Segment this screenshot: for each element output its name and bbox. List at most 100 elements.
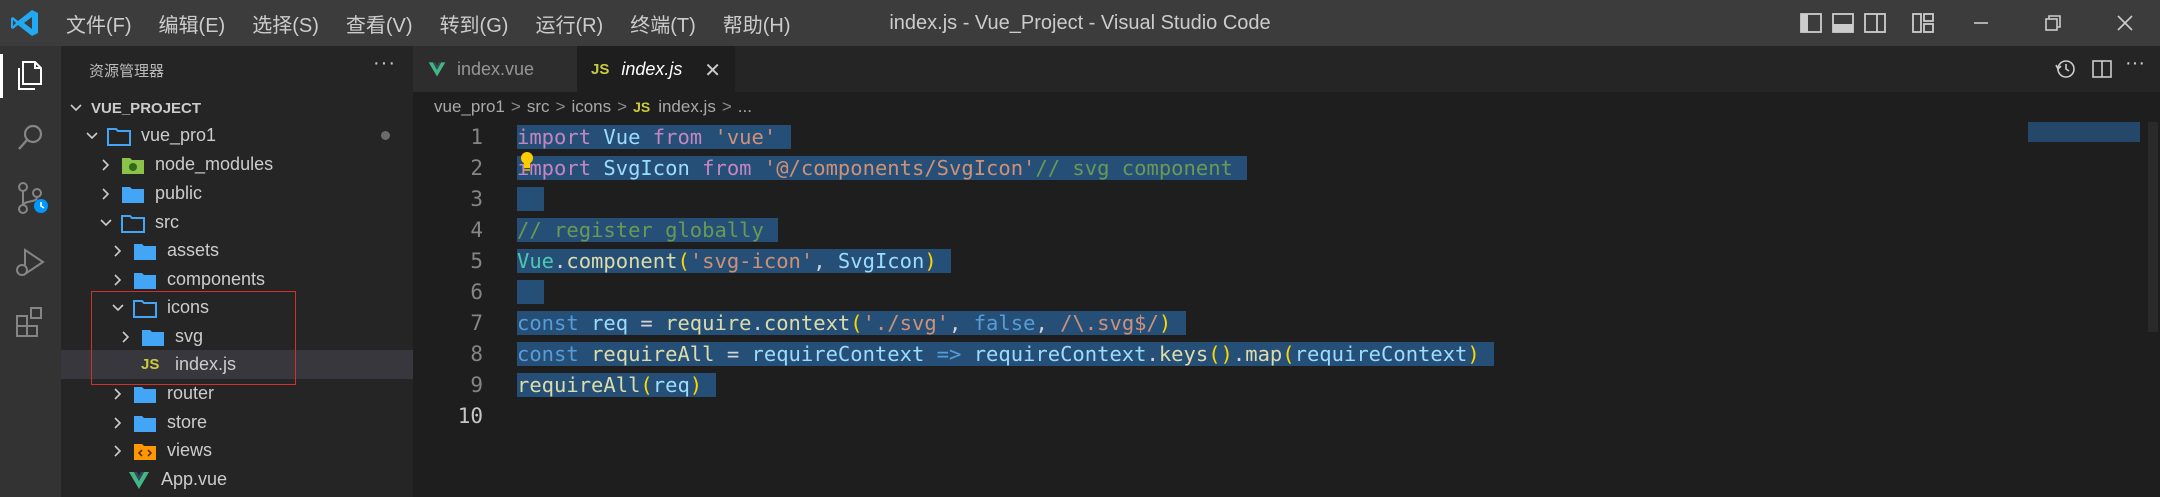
code-line (517, 277, 544, 308)
breadcrumb: vue_pro1 > src > icons > JS index.js > .… (434, 92, 752, 122)
code-line: Vue.component('svg-icon', SvgIcon) (517, 246, 952, 277)
tree-item-app-vue[interactable]: App.vue (61, 465, 413, 494)
code-line: const requireAll = requireContext => req… (517, 339, 1495, 370)
line-number: 4 (470, 218, 483, 242)
tree-item-label: public (155, 183, 203, 203)
breadcrumb-item[interactable]: vue_pro1 (434, 97, 505, 117)
tree-item-node-modules[interactable]: node_modules (61, 150, 413, 179)
chevron-right-icon (114, 416, 122, 429)
menu-go[interactable]: 转到(G) (440, 9, 509, 38)
tree-item-label: App.vue (161, 469, 228, 489)
vue-icon (428, 62, 446, 77)
menu-help[interactable]: 帮助(H) (723, 9, 791, 38)
line-number: 2 (470, 156, 483, 180)
more-actions-button[interactable]: ··· (373, 52, 396, 75)
tree-item-public[interactable]: public (61, 179, 413, 208)
menu-view[interactable]: 查看(V) (346, 9, 413, 38)
timeline-icon[interactable] (2053, 57, 2077, 81)
breadcrumb-item[interactable]: src (527, 97, 550, 117)
breadcrumb-separator: > (555, 97, 566, 116)
menu-file[interactable]: 文件(F) (66, 9, 132, 38)
breadcrumb-item[interactable]: index.js (658, 97, 716, 117)
chevron-down-icon (86, 131, 98, 139)
minimize-icon[interactable] (1966, 8, 1996, 38)
vue-file-icon (129, 471, 149, 489)
project-header[interactable]: VUE_PROJECT (69, 96, 201, 120)
extensions-icon[interactable] (11, 302, 51, 342)
title-bar: 文件(F) 编辑(E) 选择(S) 查看(V) 转到(G) 运行(R) 终端(T… (0, 0, 2160, 46)
tree-item-label: assets (167, 240, 220, 260)
toggle-primary-sidebar-icon[interactable] (1798, 10, 1824, 36)
split-editor-icon[interactable] (2090, 57, 2114, 81)
folder-icon (122, 186, 144, 203)
line-number: 3 (470, 187, 483, 211)
tab-index-vue[interactable]: index.vue (413, 46, 577, 92)
code-line: requireAll(req) (517, 370, 717, 401)
menu-run[interactable]: 运行(R) (535, 9, 603, 38)
folder-icon (134, 415, 156, 432)
folder-open-icon (107, 127, 131, 146)
chevron-right-icon (102, 158, 110, 171)
tree-item-label: src (155, 212, 179, 232)
active-indicator (0, 54, 3, 98)
tree-item-vue-pro1[interactable]: vue_pro1 (61, 121, 413, 150)
chevron-right-icon (114, 244, 122, 257)
restore-icon[interactable] (2038, 8, 2068, 38)
customize-layout-icon[interactable] (1910, 10, 1936, 36)
close-window-icon[interactable] (2110, 8, 2140, 38)
vscode-logo-icon (11, 10, 38, 36)
minimap[interactable] (2028, 122, 2140, 142)
toggle-secondary-sidebar-icon[interactable] (1862, 10, 1888, 36)
line-number: 8 (470, 342, 483, 366)
line-number: 5 (470, 249, 483, 273)
js-file-icon: JS (633, 99, 651, 115)
tree-item-label: components (167, 269, 266, 289)
tree-item-assets[interactable]: assets (61, 236, 413, 265)
code-editor[interactable]: 1 2 3 4 5 6 7 8 9 10 import Vue from 'vu… (413, 122, 2160, 497)
explorer-icon[interactable] (11, 56, 51, 96)
tree-item-label: node_modules (155, 154, 274, 174)
line-number: 1 (470, 125, 483, 149)
breadcrumb-item[interactable]: ... (738, 97, 752, 117)
menu-selection[interactable]: 选择(S) (252, 9, 319, 38)
breadcrumb-item[interactable]: icons (571, 97, 611, 117)
modified-dot (381, 131, 390, 140)
folder-open-icon (121, 214, 145, 233)
source-control-icon[interactable] (11, 178, 51, 218)
menu-edit[interactable]: 编辑(E) (159, 9, 226, 38)
line-number: 9 (470, 373, 483, 397)
tab-label: index.vue (457, 58, 535, 79)
breadcrumb-separator: > (721, 97, 732, 116)
tree-item-label: views (167, 440, 213, 460)
code-line: import SvgIcon from '@/components/SvgIco… (517, 153, 1248, 184)
editor-more-actions[interactable]: ··· (2125, 52, 2145, 75)
lightbulb-icon[interactable] (518, 150, 536, 172)
folder-icon (134, 272, 156, 289)
menu-terminal[interactable]: 终端(T) (630, 9, 696, 38)
code-line (517, 184, 544, 215)
chevron-right-icon (114, 444, 122, 457)
project-name: VUE_PROJECT (91, 99, 202, 117)
run-debug-icon[interactable] (11, 242, 51, 282)
line-number: 6 (470, 280, 483, 304)
tree-item-components[interactable]: components (61, 265, 413, 294)
tree-item-label: vue_pro1 (141, 125, 217, 145)
tree-item-views[interactable]: views (61, 436, 413, 465)
vertical-scrollbar[interactable] (2148, 122, 2158, 332)
chevron-right-icon (114, 273, 122, 286)
activity-bar (0, 46, 61, 497)
breadcrumb-separator: > (510, 97, 521, 116)
close-tab-icon[interactable]: ✕ (704, 58, 721, 83)
explorer-title: 资源管理器 (89, 63, 165, 80)
breadcrumb-separator: > (617, 97, 628, 116)
toggle-panel-icon[interactable] (1830, 10, 1856, 36)
line-number: 10 (457, 404, 483, 428)
node-modules-folder-icon (122, 157, 144, 174)
tree-item-src[interactable]: src (61, 208, 413, 237)
folder-icon (134, 386, 156, 403)
views-folder-icon (134, 443, 156, 460)
code-line: // register globally (517, 215, 779, 246)
tab-index-js[interactable]: JS index.js ✕ (577, 46, 735, 92)
search-icon[interactable] (11, 118, 51, 158)
tree-item-store[interactable]: store (61, 408, 413, 437)
